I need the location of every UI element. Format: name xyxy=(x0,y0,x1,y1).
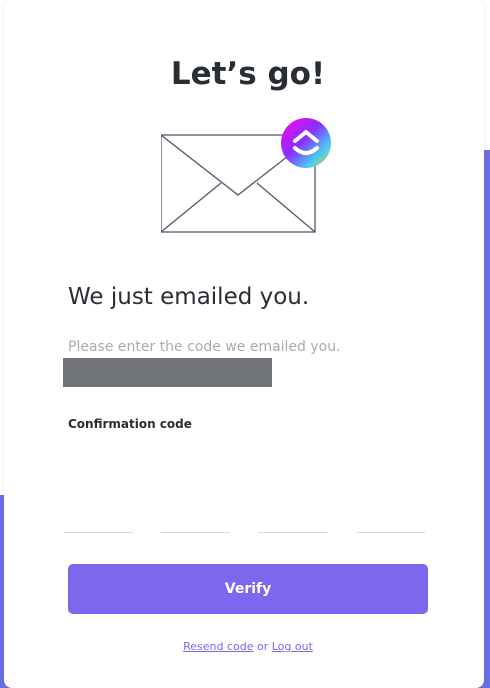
envelope-illustration xyxy=(160,115,336,240)
resend-code-link[interactable]: Resend code xyxy=(183,640,253,653)
clickup-logo-icon xyxy=(281,118,331,168)
verification-card: Let’s go! We just emailed you. Please en… xyxy=(4,0,484,688)
code-digit-input-4[interactable] xyxy=(356,505,425,533)
code-digit-input-1[interactable] xyxy=(64,505,133,533)
confirmation-code-label: Confirmation code xyxy=(68,417,192,431)
code-digit-input-3[interactable] xyxy=(258,505,327,533)
footer-separator: or xyxy=(253,640,272,653)
instructions-text: Please enter the code we emailed you. xyxy=(68,339,341,355)
envelope-icon xyxy=(160,118,331,233)
verify-button[interactable]: Verify xyxy=(68,564,428,614)
page-title: Let’s go! xyxy=(170,56,326,92)
emailed-heading: We just emailed you. xyxy=(68,284,310,310)
log-out-link[interactable]: Log out xyxy=(272,640,313,653)
footer-links: Resend code or Log out xyxy=(4,640,490,653)
code-digit-input-2[interactable] xyxy=(161,505,230,533)
redacted-email xyxy=(63,358,272,387)
